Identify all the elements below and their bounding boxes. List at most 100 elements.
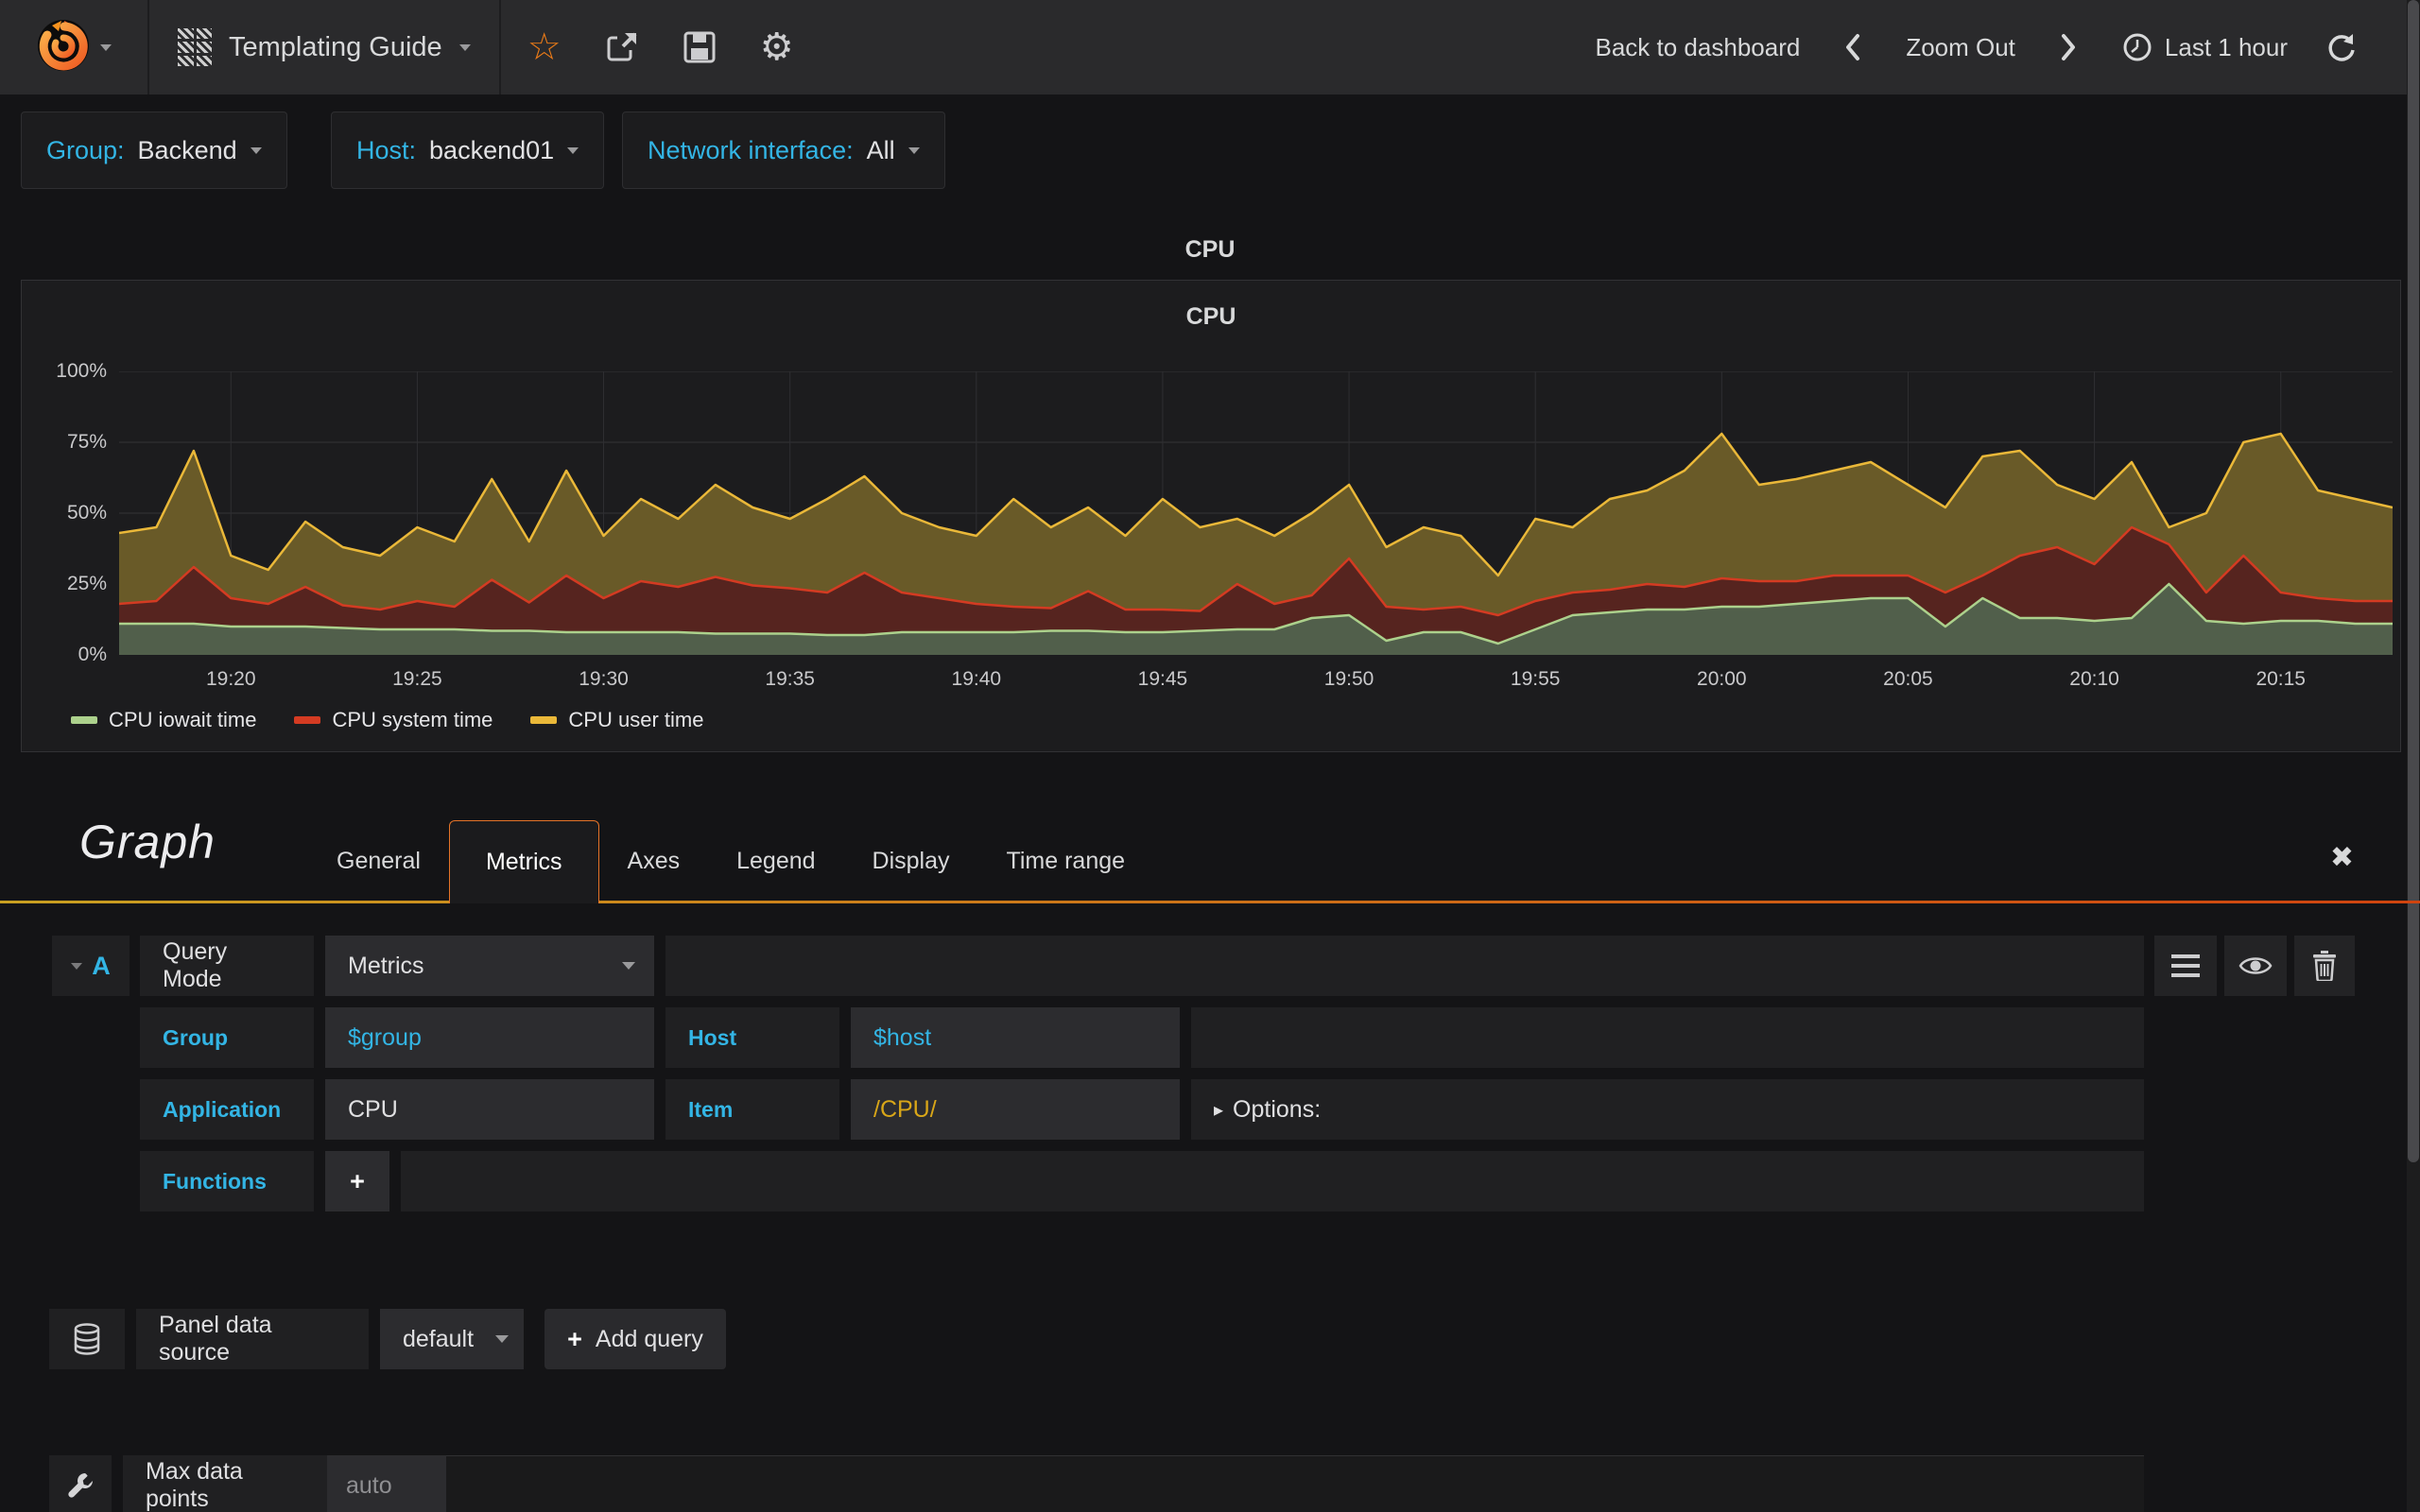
editor-tabs: General Metrics Axes Legend Display Time… bbox=[308, 820, 2420, 903]
time-shift-left-button[interactable] bbox=[1832, 17, 1874, 77]
chevron-down-icon bbox=[622, 962, 635, 970]
y-axis-label: 75% bbox=[66, 431, 107, 453]
tab-metrics[interactable]: Metrics bbox=[448, 820, 599, 903]
variable-label: Host: bbox=[356, 135, 417, 164]
panel-title[interactable]: CPU bbox=[22, 303, 2400, 331]
group-label-text: Group bbox=[163, 1024, 228, 1050]
group-label: Group bbox=[140, 1007, 314, 1068]
datasource-label: Panel data source bbox=[136, 1309, 369, 1369]
x-axis-label: 19:50 bbox=[1323, 668, 1374, 690]
tab-general[interactable]: General bbox=[308, 820, 449, 903]
add-function-button[interactable]: + bbox=[325, 1151, 389, 1211]
legend-item-system[interactable]: CPU system time bbox=[294, 708, 493, 732]
query-mode-value: Metrics bbox=[348, 952, 424, 979]
x-axis-label: 19:25 bbox=[392, 668, 442, 690]
chevron-right-icon bbox=[2061, 34, 2075, 60]
tab-display[interactable]: Display bbox=[844, 820, 978, 903]
star-button[interactable]: ☆ bbox=[524, 17, 565, 77]
legend-label: CPU user time bbox=[568, 708, 704, 731]
application-input[interactable]: CPU bbox=[325, 1079, 654, 1140]
options-toggle[interactable]: ▸ Options: bbox=[1191, 1079, 2144, 1140]
scrollbar-thumb[interactable] bbox=[2408, 0, 2419, 1162]
max-data-points-input[interactable] bbox=[327, 1455, 446, 1512]
group-input[interactable]: $group bbox=[325, 1007, 654, 1068]
y-axis-label: 25% bbox=[66, 573, 107, 594]
refresh-icon bbox=[2328, 34, 2355, 61]
legend-label: CPU system time bbox=[332, 708, 493, 731]
legend-item-user[interactable]: CPU user time bbox=[530, 708, 703, 732]
add-query-label: Add query bbox=[595, 1325, 703, 1352]
legend-label: CPU iowait time bbox=[109, 708, 257, 731]
graph-plot-area[interactable] bbox=[118, 370, 2394, 656]
query-toggle-visibility-button[interactable] bbox=[2224, 936, 2287, 996]
variable-group-dropdown[interactable]: Group: Backend bbox=[21, 112, 287, 189]
x-axis-label: 19:55 bbox=[1510, 668, 1561, 690]
options-label: Options: bbox=[1233, 1095, 1322, 1123]
query-collapse-toggle[interactable]: A bbox=[52, 936, 130, 996]
time-range-label: Last 1 hour bbox=[2164, 32, 2288, 61]
tab-axes[interactable]: Axes bbox=[599, 820, 709, 903]
save-button[interactable] bbox=[679, 17, 720, 77]
functions-label: Functions bbox=[140, 1151, 314, 1211]
graph-panel: CPU CPU iowait time CPU system time CPU … bbox=[21, 280, 2401, 752]
chevron-left-icon bbox=[1846, 34, 1860, 60]
query-delete-button[interactable] bbox=[2294, 936, 2355, 996]
grafana-logo-menu[interactable] bbox=[0, 0, 147, 94]
host-input[interactable]: $host bbox=[851, 1007, 1180, 1068]
y-axis-label: 0% bbox=[78, 644, 107, 665]
tabs-underline bbox=[0, 901, 2420, 903]
item-label: Item bbox=[666, 1079, 839, 1140]
datasource-select[interactable]: default bbox=[380, 1309, 524, 1369]
tab-time-range[interactable]: Time range bbox=[978, 820, 1154, 903]
x-axis-label: 20:15 bbox=[2256, 668, 2306, 690]
datasource-icon-cell bbox=[49, 1309, 125, 1369]
navbar-icon-group: ☆ ⚙ bbox=[501, 0, 798, 94]
tab-legend[interactable]: Legend bbox=[708, 820, 843, 903]
gear-icon: ⚙ bbox=[759, 26, 794, 68]
max-data-points-input-cell[interactable] bbox=[327, 1455, 446, 1512]
variable-label: Network interface: bbox=[648, 135, 854, 164]
functions-label-text: Functions bbox=[163, 1168, 267, 1194]
legend-item-iowait[interactable]: CPU iowait time bbox=[71, 708, 256, 732]
share-button[interactable] bbox=[601, 17, 643, 77]
plus-icon: + bbox=[567, 1324, 582, 1353]
x-axis-label: 20:00 bbox=[1697, 668, 1747, 690]
query-menu-button[interactable] bbox=[2154, 936, 2217, 996]
item-label-text: Item bbox=[688, 1096, 734, 1122]
dashboard-title-caret bbox=[458, 43, 471, 51]
dashboard-panel-title: CPU bbox=[1184, 236, 1236, 263]
x-axis-label: 19:45 bbox=[1137, 668, 1188, 690]
refresh-button[interactable] bbox=[2320, 17, 2361, 77]
add-query-button[interactable]: + Add query bbox=[544, 1309, 726, 1369]
time-picker-button[interactable]: Last 1 hour bbox=[2121, 31, 2288, 63]
zoom-out-button[interactable]: Zoom Out bbox=[1906, 33, 2015, 62]
max-data-points-label-text: Max data points bbox=[146, 1458, 243, 1512]
stacked-area-chart bbox=[118, 370, 2394, 656]
dashboard-title: Templating Guide bbox=[229, 31, 442, 62]
application-label: Application bbox=[140, 1079, 314, 1140]
legend-swatch-icon bbox=[530, 716, 558, 724]
time-shift-right-button[interactable] bbox=[2048, 17, 2089, 77]
wrench-icon bbox=[68, 1473, 93, 1498]
variable-netif-dropdown[interactable]: Network interface: All bbox=[622, 112, 945, 189]
settings-button[interactable]: ⚙ bbox=[756, 17, 798, 77]
grafana-logo-icon bbox=[36, 18, 91, 77]
legend-swatch-icon bbox=[294, 716, 321, 724]
editor-tabs-row: General Metrics Axes Legend Display Time… bbox=[0, 820, 2420, 903]
query-mode-select[interactable]: Metrics bbox=[325, 936, 654, 996]
datasource-value: default bbox=[403, 1325, 475, 1352]
close-editor-button[interactable]: ✖ bbox=[2330, 841, 2354, 874]
item-input[interactable]: /CPU/ bbox=[851, 1079, 1180, 1140]
menu-icon bbox=[2171, 954, 2200, 977]
scrollbar-track[interactable] bbox=[2407, 0, 2420, 1512]
datasource-label-text: Panel data source bbox=[159, 1312, 272, 1366]
dashboard-title-dropdown[interactable]: Templating Guide bbox=[149, 0, 499, 94]
chevron-down-icon bbox=[908, 146, 920, 154]
database-icon bbox=[74, 1323, 100, 1355]
query-mode-label-text: Query Mode bbox=[163, 938, 228, 992]
panel-settings-icon-cell bbox=[49, 1455, 112, 1512]
x-axis-label: 19:35 bbox=[765, 668, 815, 690]
variable-host-dropdown[interactable]: Host: backend01 bbox=[331, 112, 605, 189]
back-to-dashboard-button[interactable]: Back to dashboard bbox=[1596, 33, 1801, 62]
trash-icon bbox=[2313, 951, 2336, 981]
